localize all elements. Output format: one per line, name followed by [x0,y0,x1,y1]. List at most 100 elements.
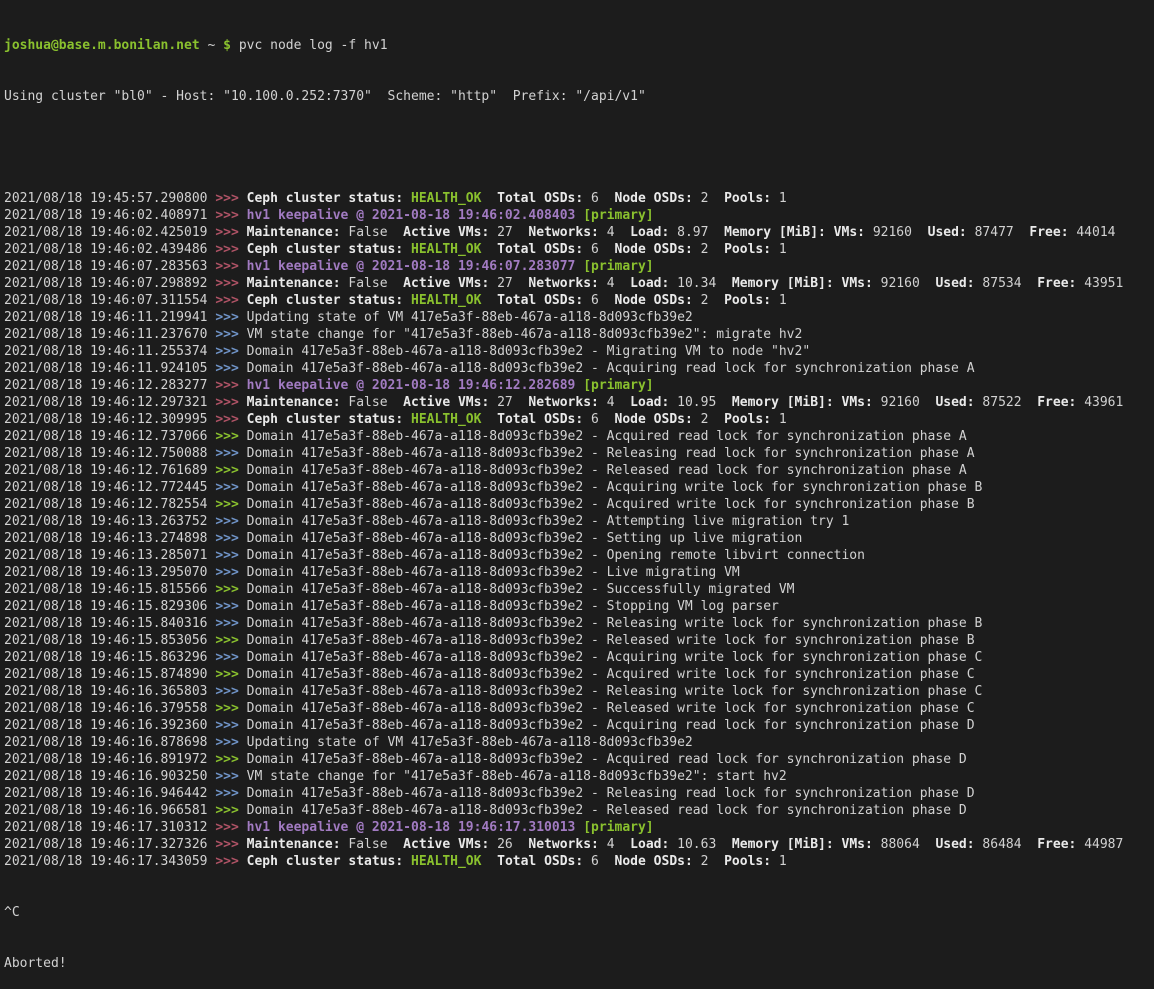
log-line: 2021/08/18 19:46:15.874890 >>> Domain 41… [4,666,1154,683]
log-segment: Ceph cluster status: [247,854,411,869]
log-timestamp: 2021/08/18 19:46:12.761689 [4,463,215,478]
log-message: Domain 417e5a3f-88eb-467a-a118-8d093cfb3… [247,429,967,444]
prompt-user-host: joshua@base.m.bonilan.net [4,38,200,53]
log-segment: VM state change for "417e5a3f-88eb-467a-… [247,327,803,342]
log-segment: 2 [701,854,709,869]
log-segment: Active VMs: [388,276,498,291]
log-segment: Domain 417e5a3f-88eb-467a-a118-8d093cfb3… [247,684,983,699]
log-timestamp: 2021/08/18 19:46:15.874890 [4,667,215,682]
log-marker: >>> [215,497,246,512]
log-segment: Domain 417e5a3f-88eb-467a-a118-8d093cfb3… [247,344,811,359]
log-segment: 26 [497,837,513,852]
log-segment: 4 [607,837,615,852]
log-segment: False [348,276,387,291]
log-segment: 1 [779,191,787,206]
log-segment: Maintenance: [247,276,349,291]
log-line: 2021/08/18 19:46:16.946442 >>> Domain 41… [4,785,1154,802]
log-message: Domain 417e5a3f-88eb-467a-a118-8d093cfb3… [247,786,975,801]
log-segment: Domain 417e5a3f-88eb-467a-a118-8d093cfb3… [247,548,865,563]
log-segment: 1 [779,854,787,869]
log-segment: Domain 417e5a3f-88eb-467a-a118-8d093cfb3… [247,701,975,716]
log-segment: Node OSDs: [599,242,701,257]
log-segment: 4 [607,276,615,291]
log-segment: 43961 [1084,395,1123,410]
log-message: Domain 417e5a3f-88eb-467a-a118-8d093cfb3… [247,684,983,699]
log-timestamp: 2021/08/18 19:46:15.829306 [4,599,215,614]
log-segment: 1 [779,242,787,257]
log-line: 2021/08/18 19:46:12.297321 >>> Maintenan… [4,394,1154,411]
log-timestamp: 2021/08/18 19:46:15.863296 [4,650,215,665]
log-line: 2021/08/18 19:46:16.392360 >>> Domain 41… [4,717,1154,734]
log-timestamp: 2021/08/18 19:46:16.392360 [4,718,215,733]
log-segment: Used: [920,837,983,852]
log-segment: [primary] [583,378,653,393]
interrupt-line: ^C [4,904,1154,921]
log-segment: 27 [497,395,513,410]
log-marker: >>> [215,718,246,733]
blank-line [4,139,1154,156]
log-timestamp: 2021/08/18 19:46:11.255374 [4,344,215,359]
log-segment: Domain 417e5a3f-88eb-467a-a118-8d093cfb3… [247,667,975,682]
log-message: VM state change for "417e5a3f-88eb-467a-… [247,327,803,342]
log-timestamp: 2021/08/18 19:46:12.297321 [4,395,215,410]
log-marker: >>> [215,752,246,767]
log-marker: >>> [215,446,246,461]
log-line: 2021/08/18 19:46:07.311554 >>> Ceph clus… [4,292,1154,309]
log-segment: Pools: [708,242,778,257]
log-line: 2021/08/18 19:46:17.327326 >>> Maintenan… [4,836,1154,853]
log-marker: >>> [215,667,246,682]
log-segment: Node OSDs: [599,293,701,308]
log-marker: >>> [215,769,246,784]
log-segment: 92160 [881,395,920,410]
log-segment: Load: [615,837,678,852]
log-segment: Used: [912,225,975,240]
log-line: 2021/08/18 19:46:07.298892 >>> Maintenan… [4,275,1154,292]
terminal-screen[interactable]: joshua@base.m.bonilan.net ~ $ pvc node l… [0,0,1154,774]
log-segment: 10.34 [677,276,716,291]
log-message: Domain 417e5a3f-88eb-467a-a118-8d093cfb3… [247,582,795,597]
log-line: 2021/08/18 19:46:16.379558 >>> Domain 41… [4,700,1154,717]
log-line: 2021/08/18 19:46:02.439486 >>> Ceph clus… [4,241,1154,258]
log-segment: 27 [497,225,513,240]
log-marker: >>> [215,820,246,835]
log-segment: Ceph cluster status: [247,293,411,308]
log-timestamp: 2021/08/18 19:46:07.311554 [4,293,215,308]
log-message: Domain 417e5a3f-88eb-467a-a118-8d093cfb3… [247,514,850,529]
log-segment: Load: [615,276,678,291]
log-line: 2021/08/18 19:46:12.737066 >>> Domain 41… [4,428,1154,445]
log-segment: Maintenance: [247,395,349,410]
log-line: 2021/08/18 19:45:57.290800 >>> Ceph clus… [4,190,1154,207]
log-segment: Domain 417e5a3f-88eb-467a-a118-8d093cfb3… [247,514,850,529]
log-segment: Total OSDs: [481,242,591,257]
log-line: 2021/08/18 19:46:11.924105 >>> Domain 41… [4,360,1154,377]
log-segment: False [348,225,387,240]
log-segment: Networks: [513,395,607,410]
log-segment: 6 [591,293,599,308]
log-segment: Load: [615,395,678,410]
log-segment: Domain 417e5a3f-88eb-467a-a118-8d093cfb3… [247,463,967,478]
log-timestamp: 2021/08/18 19:46:17.343059 [4,854,215,869]
log-marker: >>> [215,701,246,716]
log-message: Domain 417e5a3f-88eb-467a-a118-8d093cfb3… [247,531,803,546]
log-line: 2021/08/18 19:46:12.782554 >>> Domain 41… [4,496,1154,513]
log-message: Ceph cluster status: HEALTH_OK Total OSD… [247,854,787,869]
log-segment: 4 [607,395,615,410]
log-segment: [primary] [583,820,653,835]
log-marker: >>> [215,854,246,869]
log-segment: Pools: [708,293,778,308]
log-segment: Networks: [513,837,607,852]
log-line: 2021/08/18 19:46:16.365803 >>> Domain 41… [4,683,1154,700]
log-message: Domain 417e5a3f-88eb-467a-a118-8d093cfb3… [247,616,983,631]
log-marker: >>> [215,378,246,393]
log-message: Domain 417e5a3f-88eb-467a-a118-8d093cfb3… [247,497,975,512]
log-message: Domain 417e5a3f-88eb-467a-a118-8d093cfb3… [247,803,967,818]
log-segment: 92160 [873,225,912,240]
log-message: Updating state of VM 417e5a3f-88eb-467a-… [247,735,693,750]
log-timestamp: 2021/08/18 19:46:13.285071 [4,548,215,563]
log-timestamp: 2021/08/18 19:46:02.408971 [4,208,215,223]
log-segment: Maintenance: [247,837,349,852]
log-line: 2021/08/18 19:46:15.815566 >>> Domain 41… [4,581,1154,598]
log-message: Domain 417e5a3f-88eb-467a-a118-8d093cfb3… [247,361,975,376]
log-timestamp: 2021/08/18 19:46:16.903250 [4,769,215,784]
log-segment: Used: [920,395,983,410]
